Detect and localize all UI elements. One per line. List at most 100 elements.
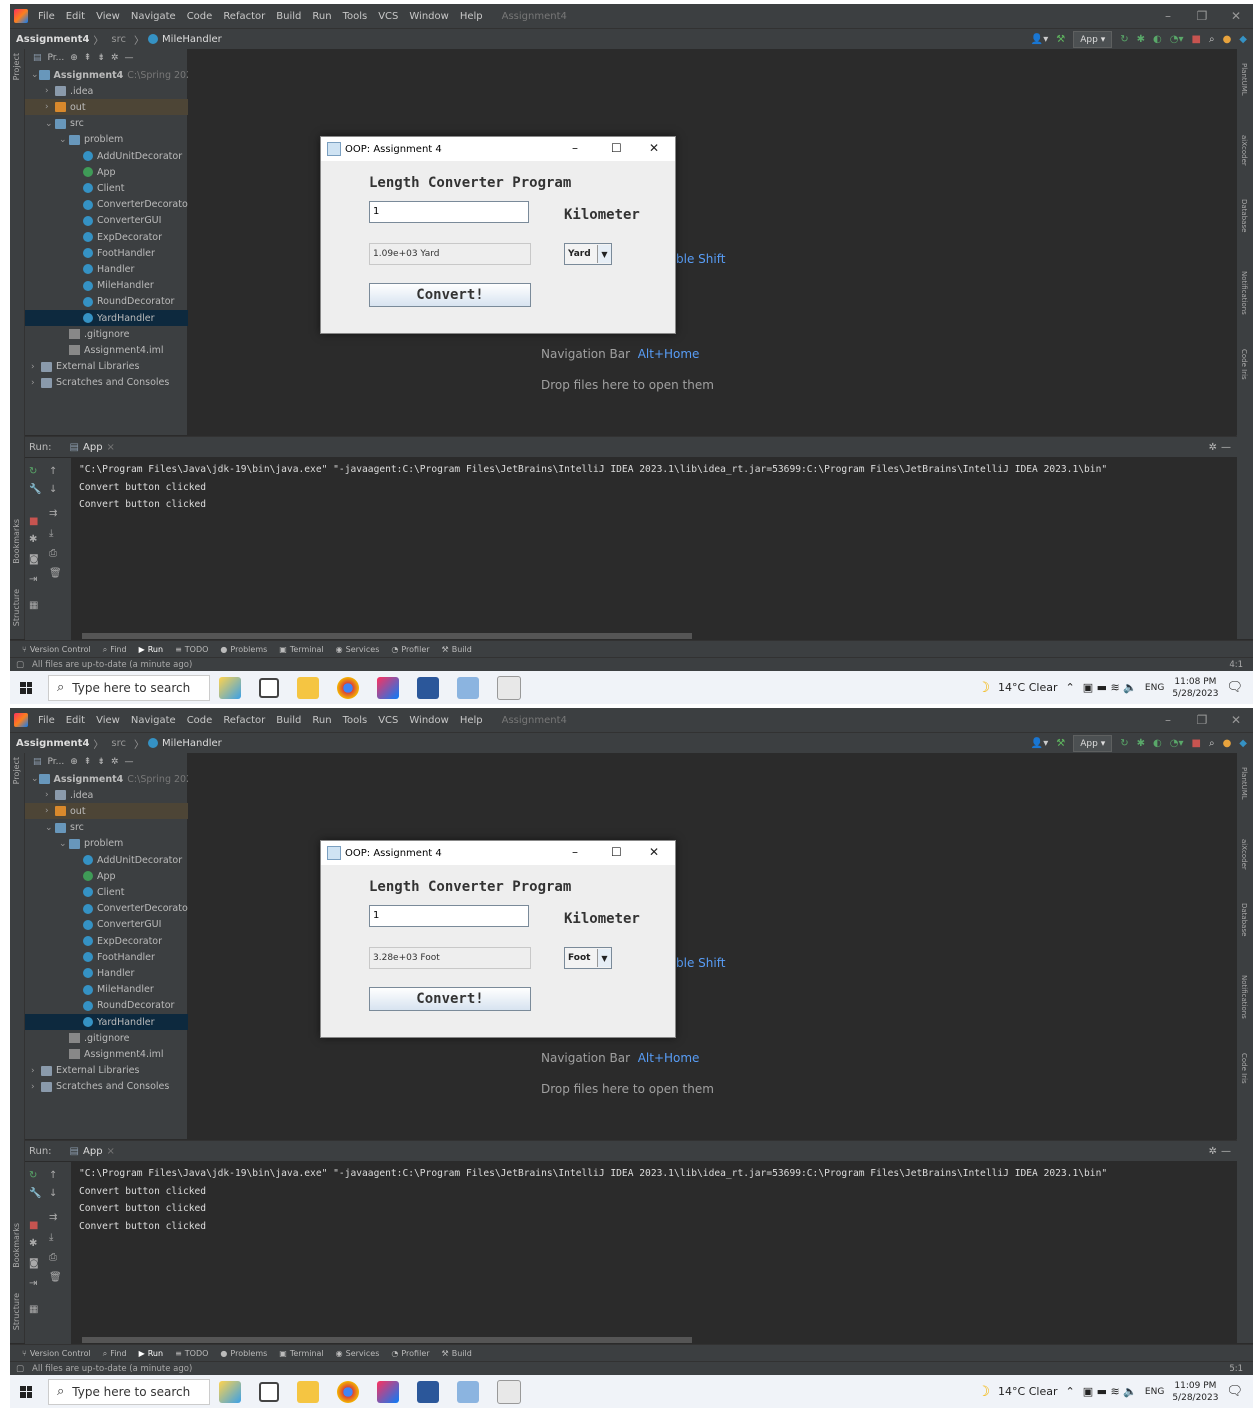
- project-tool-tab[interactable]: Project: [12, 757, 21, 784]
- debug-icon[interactable]: ✱: [1137, 738, 1145, 749]
- database-tool-tab[interactable]: Database: [1240, 903, 1248, 936]
- build-hammer-icon[interactable]: ⚒: [1056, 738, 1065, 749]
- minimize-icon[interactable]: –: [1151, 4, 1185, 28]
- windows-start-icon[interactable]: [20, 1385, 32, 1398]
- gear-icon[interactable]: ✲: [111, 53, 119, 63]
- soft-wrap-icon[interactable]: ⇉: [49, 1212, 59, 1223]
- update-icon[interactable]: ●: [1223, 738, 1232, 749]
- rerun-icon[interactable]: ↻: [29, 1170, 39, 1181]
- maximize-icon[interactable]: ❐: [1185, 708, 1219, 732]
- run-hide-icon[interactable]: —: [1221, 442, 1231, 453]
- menu-help[interactable]: Help: [460, 11, 483, 22]
- menu-edit[interactable]: Edit: [66, 11, 85, 22]
- word-icon[interactable]: [417, 1380, 439, 1403]
- clock[interactable]: 11:09 PM 5/28/2023: [1172, 1380, 1218, 1404]
- chevron-right-icon[interactable]: ›: [45, 806, 55, 816]
- menu-window[interactable]: Window: [409, 11, 448, 22]
- breadcrumb-folder[interactable]: src: [111, 34, 126, 45]
- unit-select[interactable]: Yard ▼: [564, 243, 612, 265]
- tree-item[interactable]: › out: [25, 803, 207, 820]
- breadcrumb-folder[interactable]: src: [111, 738, 126, 749]
- horizontal-scrollbar[interactable]: [82, 633, 692, 639]
- chevron-right-icon[interactable]: ›: [31, 378, 41, 388]
- convert-button[interactable]: Convert!: [369, 987, 531, 1011]
- file-explorer-icon[interactable]: [297, 676, 319, 699]
- menu-run[interactable]: Run: [312, 715, 331, 726]
- menu-refactor[interactable]: Refactor: [223, 715, 265, 726]
- search-icon[interactable]: ⌕: [1209, 738, 1215, 749]
- chevron-right-icon[interactable]: ›: [45, 86, 55, 96]
- structure-tool-tab[interactable]: Structure: [12, 1293, 21, 1330]
- stop-icon[interactable]: ■: [1192, 34, 1201, 45]
- tree-item[interactable]: ⌄ Assignment4 C:\Spring 2023: [25, 67, 198, 83]
- intellij-taskbar-icon[interactable]: [377, 1380, 399, 1403]
- plantuml-tool-tab[interactable]: PlantUML: [1240, 767, 1248, 800]
- file-explorer-icon[interactable]: [297, 1380, 319, 1403]
- snipping-tool-icon[interactable]: [457, 676, 479, 699]
- debug-icon[interactable]: ✱: [29, 534, 39, 545]
- notifications-tool-tab[interactable]: Notifications: [1240, 271, 1248, 315]
- collapse-icon[interactable]: ⇞: [84, 53, 92, 63]
- menu-code[interactable]: Code: [187, 11, 213, 22]
- menu-help[interactable]: Help: [460, 715, 483, 726]
- tool-tab-find[interactable]: ⌕ Find: [103, 645, 127, 655]
- dropdown-arrow-icon[interactable]: ▼: [597, 949, 611, 967]
- minimize-icon[interactable]: –: [1151, 708, 1185, 732]
- widgets-icon[interactable]: [219, 1380, 241, 1403]
- widgets-icon[interactable]: [219, 676, 241, 699]
- tool-tab-build[interactable]: ⚒ Build: [442, 645, 472, 654]
- stop-icon[interactable]: ■: [29, 1220, 39, 1231]
- kilometer-input[interactable]: 1: [369, 905, 529, 927]
- tool-tab-version-control[interactable]: ⑂ Version Control: [22, 645, 91, 654]
- chevron-right-icon[interactable]: ›: [31, 1082, 41, 1092]
- code-iris-tool-tab[interactable]: Code Iris: [1240, 1053, 1248, 1084]
- chevron-right-icon[interactable]: ›: [45, 102, 55, 112]
- close-icon[interactable]: ✕: [1219, 708, 1253, 732]
- tree-item[interactable]: › Scratches and Consoles: [25, 375, 193, 391]
- run-gear-icon[interactable]: ✲: [1209, 1146, 1217, 1157]
- database-tool-tab[interactable]: Database: [1240, 199, 1248, 232]
- menu-tools[interactable]: Tools: [343, 11, 368, 22]
- notifications-tool-tab[interactable]: Notifications: [1240, 975, 1248, 1019]
- dialog-close-icon[interactable]: ✕: [649, 845, 659, 859]
- print-icon[interactable]: ⎙: [49, 1252, 59, 1263]
- chevron-down-icon[interactable]: ⌄: [31, 70, 39, 80]
- user-icon[interactable]: 👤▾: [1031, 738, 1048, 749]
- windows-start-icon[interactable]: [20, 681, 32, 694]
- menu-tools[interactable]: Tools: [343, 715, 368, 726]
- console-output[interactable]: "C:\Program Files\Java\jdk-19\bin\java.e…: [79, 461, 1107, 514]
- close-tab-icon[interactable]: ×: [107, 1146, 115, 1157]
- scroll-end-icon[interactable]: ⤓: [49, 528, 59, 539]
- menu-refactor[interactable]: Refactor: [223, 11, 265, 22]
- up-icon[interactable]: ↑: [49, 466, 59, 477]
- maximize-icon[interactable]: ❐: [1185, 4, 1219, 28]
- menu-code[interactable]: Code: [187, 715, 213, 726]
- menu-navigate[interactable]: Navigate: [131, 11, 176, 22]
- dropdown-arrow-icon[interactable]: ▼: [597, 245, 611, 263]
- expand-icon[interactable]: ⇟: [97, 53, 105, 63]
- aixcoder-tool-tab[interactable]: aiXcoder: [1240, 135, 1248, 166]
- hide-icon[interactable]: —: [124, 53, 133, 63]
- tree-item[interactable]: › .idea: [25, 83, 207, 99]
- stop-icon[interactable]: ■: [1192, 738, 1201, 749]
- tree-item[interactable]: ⌄ src: [25, 820, 207, 836]
- java-app-taskbar-icon[interactable]: [497, 675, 521, 700]
- tray-chevron-icon[interactable]: ⌃: [1066, 1385, 1075, 1398]
- chevron-down-icon[interactable]: ⌄: [59, 135, 69, 145]
- tool-tab-profiler[interactable]: ◔ Profiler: [391, 645, 429, 654]
- status-icon[interactable]: ▢: [16, 660, 24, 670]
- tree-item[interactable]: › out: [25, 99, 207, 116]
- notification-icon[interactable]: 🗨: [1226, 1384, 1243, 1399]
- breadcrumb-project[interactable]: Assignment4: [16, 738, 89, 749]
- menu-file[interactable]: File: [38, 11, 55, 22]
- chrome-icon[interactable]: [337, 676, 359, 699]
- print-icon[interactable]: ⎙: [49, 548, 59, 559]
- rerun-icon[interactable]: ↻: [29, 466, 39, 477]
- dialog-maximize-icon[interactable]: ☐: [611, 845, 622, 859]
- project-view-label[interactable]: Pr...: [48, 53, 65, 63]
- aixcoder-tool-tab[interactable]: aiXcoder: [1240, 839, 1248, 870]
- language-indicator[interactable]: ENG: [1145, 1387, 1164, 1397]
- structure-tool-tab[interactable]: Structure: [12, 589, 21, 626]
- run-icon[interactable]: ↻: [1120, 738, 1128, 749]
- dialog-maximize-icon[interactable]: ☐: [611, 141, 622, 155]
